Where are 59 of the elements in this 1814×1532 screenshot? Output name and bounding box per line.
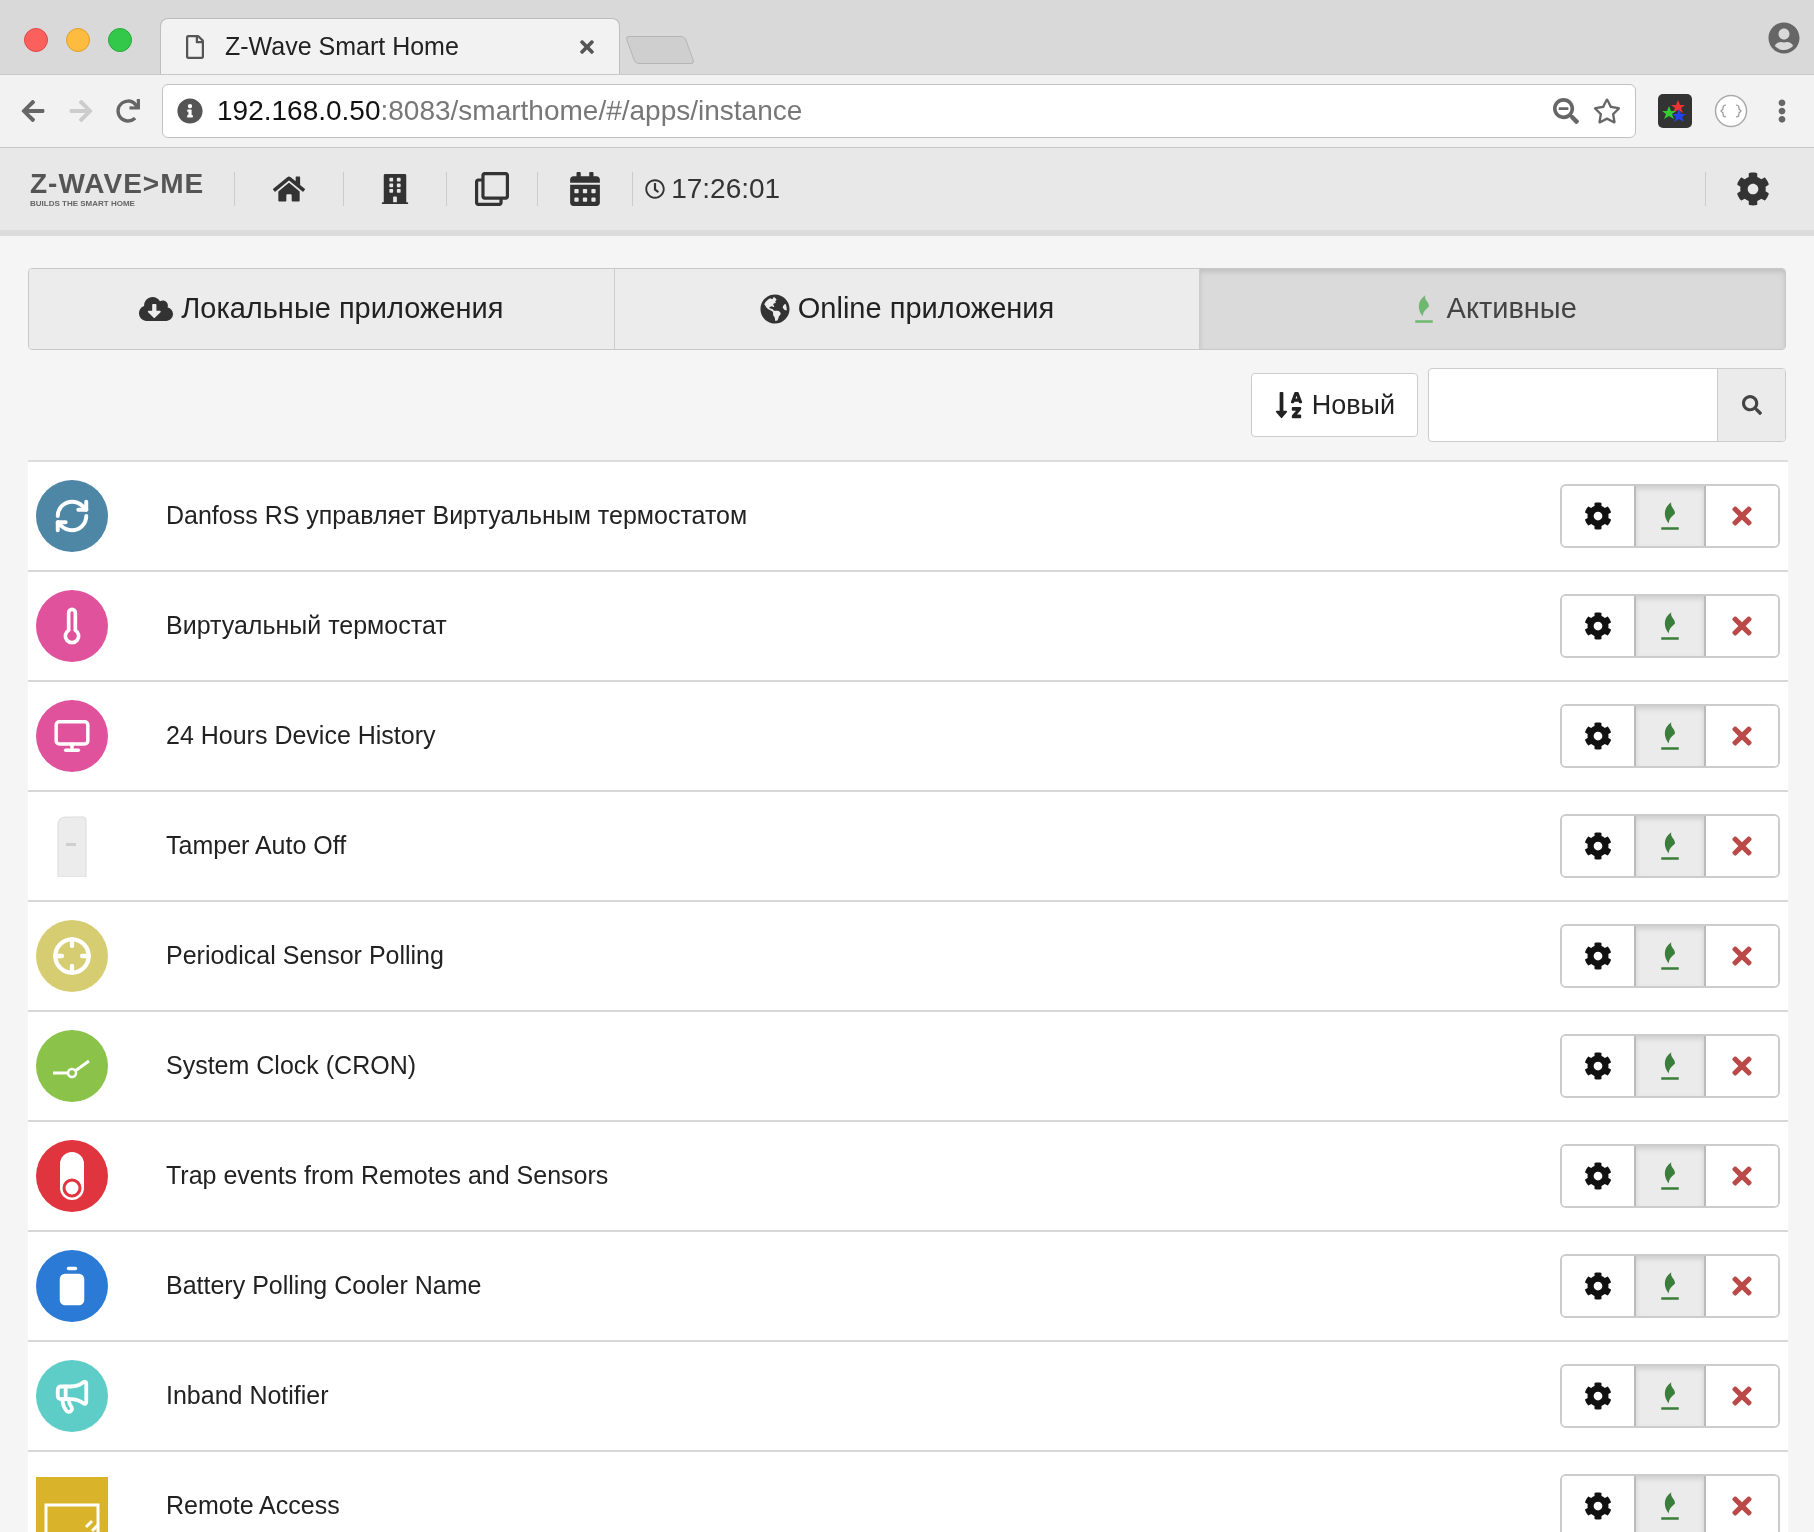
app-name: System Clock (CRON)	[166, 1050, 417, 1082]
address-field[interactable]: 192.168.0.50:8083/smarthome/#/apps/instance	[162, 84, 1636, 138]
url-text: 192.168.0.50:8083/smarthome/#/apps/instance	[217, 94, 804, 128]
activate-toggle-button[interactable]	[1634, 816, 1706, 876]
activate-toggle-button[interactable]	[1634, 1366, 1706, 1426]
globe-icon	[759, 294, 790, 324]
settings-icon	[1584, 1272, 1612, 1300]
bookmark-star-icon[interactable]	[1593, 97, 1621, 125]
activate-toggle-button[interactable]	[1634, 1476, 1706, 1532]
back-icon[interactable]	[20, 98, 46, 124]
app-name: Periodical Sensor Polling	[166, 940, 445, 972]
page-icon	[183, 34, 207, 59]
app-tab[interactable]: Активные	[1199, 269, 1785, 349]
app-name: Tamper Auto Off	[166, 830, 348, 862]
app-name: Remote Access	[166, 1490, 341, 1522]
app-tab[interactable]: Локальные приложения	[29, 269, 614, 349]
reload-icon[interactable]	[116, 99, 140, 123]
settings-icon	[1584, 942, 1612, 970]
activate-toggle-button[interactable]	[1634, 1146, 1706, 1206]
activate-toggle-button[interactable]	[1634, 1256, 1706, 1316]
sort-button[interactable]: Новый	[1250, 373, 1418, 437]
profile-icon[interactable]	[1768, 22, 1800, 54]
close-window-icon[interactable]	[24, 28, 48, 52]
building-icon[interactable]	[380, 174, 411, 204]
settings-icon	[1584, 612, 1612, 640]
settings-icon	[1584, 722, 1612, 750]
settings-icon	[1584, 1382, 1612, 1410]
activate-toggle-button[interactable]	[1634, 926, 1706, 986]
settings-icon	[1584, 502, 1612, 530]
zoom-out-icon[interactable]	[1553, 98, 1579, 124]
settings-icon	[1584, 1052, 1612, 1080]
sort-alpha-icon	[1273, 390, 1304, 420]
info-icon[interactable]	[177, 98, 203, 124]
search-icon[interactable]	[1741, 395, 1762, 415]
app-name: 24 Hours Device History	[166, 720, 437, 752]
app-name: Battery Polling Cooler Name	[166, 1270, 483, 1302]
browser-tab[interactable]: Z-Wave Smart Home	[160, 18, 620, 74]
app-tab[interactable]: Online приложения	[613, 269, 1200, 349]
app-name: Inband Notifier	[166, 1380, 330, 1412]
app-name: Danfoss RS управляет Виртуальным термостатом	[166, 500, 749, 532]
clock-icon	[645, 179, 666, 199]
settings-icon	[1584, 1492, 1612, 1520]
activate-toggle-button[interactable]	[1634, 1036, 1706, 1096]
current-time: 17:26:01	[671, 172, 781, 206]
app-name: Виртуальный термостат	[166, 610, 448, 642]
copy-icon[interactable]	[475, 172, 510, 206]
search-field[interactable]	[1428, 368, 1786, 442]
activate-toggle-button[interactable]	[1634, 486, 1706, 546]
app-name: Trap events from Remotes and Sensors	[166, 1160, 610, 1192]
calendar-icon[interactable]	[568, 172, 603, 206]
logo-tagline: BUILDS THE SMART HOME	[30, 200, 136, 208]
settings-icon	[1584, 832, 1612, 860]
activate-toggle-button[interactable]	[1634, 706, 1706, 766]
tab-title: Z-Wave Smart Home	[225, 30, 460, 62]
stars-extension-icon[interactable]	[1658, 94, 1692, 128]
activate-toggle-button[interactable]	[1634, 596, 1706, 656]
settings-icon[interactable]	[1736, 172, 1770, 206]
settings-icon	[1584, 1162, 1612, 1190]
logo-text[interactable]: Z-WAVE>ME	[30, 170, 205, 198]
